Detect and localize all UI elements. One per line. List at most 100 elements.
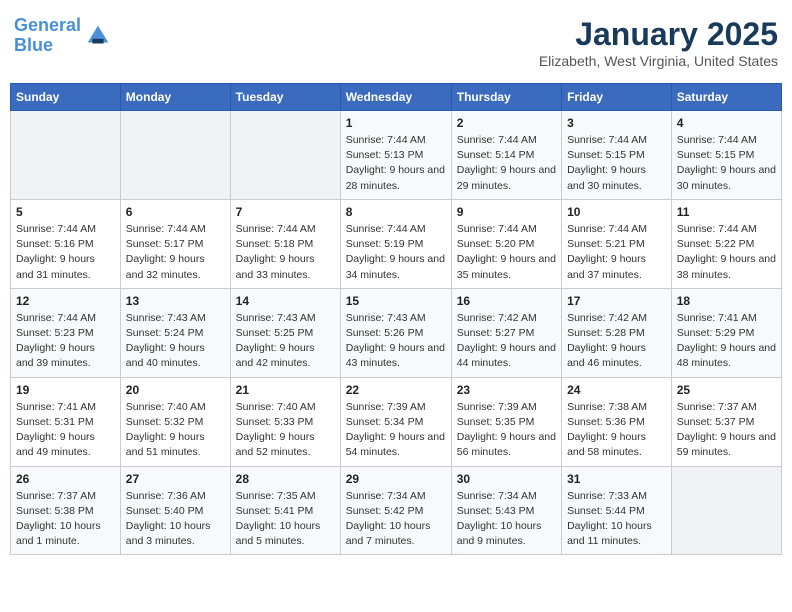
main-title: January 2025: [539, 16, 778, 53]
day-detail: Sunrise: 7:44 AM Sunset: 5:22 PM Dayligh…: [677, 222, 776, 283]
weekday-header: Wednesday: [340, 84, 451, 111]
calendar-day-cell: [11, 111, 121, 200]
day-number: 14: [236, 294, 335, 308]
day-detail: Sunrise: 7:42 AM Sunset: 5:27 PM Dayligh…: [457, 311, 556, 372]
day-detail: Sunrise: 7:44 AM Sunset: 5:21 PM Dayligh…: [567, 222, 666, 283]
day-number: 28: [236, 472, 335, 486]
weekday-header: Saturday: [671, 84, 781, 111]
day-number: 16: [457, 294, 556, 308]
day-detail: Sunrise: 7:43 AM Sunset: 5:24 PM Dayligh…: [126, 311, 225, 372]
calendar-day-cell: 18 Sunrise: 7:41 AM Sunset: 5:29 PM Dayli…: [671, 288, 781, 377]
day-detail: Sunrise: 7:44 AM Sunset: 5:16 PM Dayligh…: [16, 222, 115, 283]
day-number: 7: [236, 205, 335, 219]
day-detail: Sunrise: 7:37 AM Sunset: 5:38 PM Dayligh…: [16, 489, 115, 550]
day-number: 20: [126, 383, 225, 397]
calendar-day-cell: 9 Sunrise: 7:44 AM Sunset: 5:20 PM Daylig…: [451, 199, 561, 288]
day-number: 12: [16, 294, 115, 308]
day-number: 13: [126, 294, 225, 308]
day-detail: Sunrise: 7:39 AM Sunset: 5:34 PM Dayligh…: [346, 400, 446, 461]
day-detail: Sunrise: 7:35 AM Sunset: 5:41 PM Dayligh…: [236, 489, 335, 550]
day-detail: Sunrise: 7:41 AM Sunset: 5:29 PM Dayligh…: [677, 311, 776, 372]
day-detail: Sunrise: 7:43 AM Sunset: 5:25 PM Dayligh…: [236, 311, 335, 372]
calendar-day-cell: 19 Sunrise: 7:41 AM Sunset: 5:31 PM Dayli…: [11, 377, 121, 466]
day-number: 9: [457, 205, 556, 219]
weekday-header: Thursday: [451, 84, 561, 111]
page-header: General Blue January 2025 Elizabeth, Wes…: [10, 10, 782, 75]
day-detail: Sunrise: 7:41 AM Sunset: 5:31 PM Dayligh…: [16, 400, 115, 461]
calendar-day-cell: 14 Sunrise: 7:43 AM Sunset: 5:25 PM Dayli…: [230, 288, 340, 377]
calendar-day-cell: 22 Sunrise: 7:39 AM Sunset: 5:34 PM Dayli…: [340, 377, 451, 466]
calendar-day-cell: 17Sunrise: 7:42 AM Sunset: 5:28 PM Dayli…: [562, 288, 672, 377]
day-number: 6: [126, 205, 225, 219]
day-detail: Sunrise: 7:39 AM Sunset: 5:35 PM Dayligh…: [457, 400, 556, 461]
day-number: 8: [346, 205, 446, 219]
day-number: 4: [677, 116, 776, 130]
day-number: 10: [567, 205, 666, 219]
day-number: 30: [457, 472, 556, 486]
calendar-week-row: 26 Sunrise: 7:37 AM Sunset: 5:38 PM Dayli…: [11, 466, 782, 555]
day-number: 1: [346, 116, 446, 130]
calendar-day-cell: 4 Sunrise: 7:44 AM Sunset: 5:15 PM Daylig…: [671, 111, 781, 200]
calendar-day-cell: 24 Sunrise: 7:38 AM Sunset: 5:36 PM Dayli…: [562, 377, 672, 466]
weekday-header: Sunday: [11, 84, 121, 111]
day-number: 25: [677, 383, 776, 397]
day-number: 3: [567, 116, 666, 130]
calendar-day-cell: 11 Sunrise: 7:44 AM Sunset: 5:22 PM Dayli…: [671, 199, 781, 288]
day-number: 22: [346, 383, 446, 397]
day-number: 27: [126, 472, 225, 486]
calendar-day-cell: 21Sunrise: 7:40 AM Sunset: 5:33 PM Dayli…: [230, 377, 340, 466]
logo-text: General Blue: [14, 16, 81, 56]
day-detail: Sunrise: 7:44 AM Sunset: 5:19 PM Dayligh…: [346, 222, 446, 283]
calendar-week-row: 1 Sunrise: 7:44 AM Sunset: 5:13 PM Daylig…: [11, 111, 782, 200]
weekday-header: Tuesday: [230, 84, 340, 111]
calendar-day-cell: 20 Sunrise: 7:40 AM Sunset: 5:32 PM Dayli…: [120, 377, 230, 466]
calendar-week-row: 5 Sunrise: 7:44 AM Sunset: 5:16 PM Daylig…: [11, 199, 782, 288]
calendar-day-cell: 26 Sunrise: 7:37 AM Sunset: 5:38 PM Dayli…: [11, 466, 121, 555]
calendar-day-cell: 8 Sunrise: 7:44 AM Sunset: 5:19 PM Daylig…: [340, 199, 451, 288]
day-detail: Sunrise: 7:40 AM Sunset: 5:32 PM Dayligh…: [126, 400, 225, 461]
logo-icon: [84, 22, 112, 50]
calendar-day-cell: 25 Sunrise: 7:37 AM Sunset: 5:37 PM Dayli…: [671, 377, 781, 466]
day-number: 19: [16, 383, 115, 397]
day-detail: Sunrise: 7:44 AM Sunset: 5:17 PM Dayligh…: [126, 222, 225, 283]
day-number: 11: [677, 205, 776, 219]
calendar-day-cell: 23 Sunrise: 7:39 AM Sunset: 5:35 PM Dayli…: [451, 377, 561, 466]
day-detail: Sunrise: 7:44 AM Sunset: 5:20 PM Dayligh…: [457, 222, 556, 283]
day-detail: Sunrise: 7:43 AM Sunset: 5:26 PM Dayligh…: [346, 311, 446, 372]
day-detail: Sunrise: 7:44 AM Sunset: 5:18 PM Dayligh…: [236, 222, 335, 283]
title-section: January 2025 Elizabeth, West Virginia, U…: [539, 16, 778, 69]
weekday-header-row: SundayMondayTuesdayWednesdayThursdayFrid…: [11, 84, 782, 111]
calendar-week-row: 12 Sunrise: 7:44 AM Sunset: 5:23 PM Dayli…: [11, 288, 782, 377]
day-detail: Sunrise: 7:33 AM Sunset: 5:44 PM Dayligh…: [567, 489, 666, 550]
day-number: 18: [677, 294, 776, 308]
calendar-day-cell: [120, 111, 230, 200]
calendar-day-cell: 1 Sunrise: 7:44 AM Sunset: 5:13 PM Daylig…: [340, 111, 451, 200]
calendar-day-cell: 10 Sunrise: 7:44 AM Sunset: 5:21 PM Dayli…: [562, 199, 672, 288]
day-detail: Sunrise: 7:34 AM Sunset: 5:43 PM Dayligh…: [457, 489, 556, 550]
day-detail: Sunrise: 7:36 AM Sunset: 5:40 PM Dayligh…: [126, 489, 225, 550]
calendar-day-cell: 16 Sunrise: 7:42 AM Sunset: 5:27 PM Dayli…: [451, 288, 561, 377]
calendar-day-cell: 29Sunrise: 7:34 AM Sunset: 5:42 PM Dayli…: [340, 466, 451, 555]
day-number: 24: [567, 383, 666, 397]
calendar-day-cell: 13 Sunrise: 7:43 AM Sunset: 5:24 PM Dayli…: [120, 288, 230, 377]
day-detail: Sunrise: 7:44 AM Sunset: 5:15 PM Dayligh…: [567, 133, 666, 194]
day-detail: Sunrise: 7:38 AM Sunset: 5:36 PM Dayligh…: [567, 400, 666, 461]
calendar-day-cell: 12 Sunrise: 7:44 AM Sunset: 5:23 PM Dayli…: [11, 288, 121, 377]
calendar-day-cell: 3 Sunrise: 7:44 AM Sunset: 5:15 PM Daylig…: [562, 111, 672, 200]
calendar-day-cell: 7 Sunrise: 7:44 AM Sunset: 5:18 PM Daylig…: [230, 199, 340, 288]
calendar-day-cell: 5 Sunrise: 7:44 AM Sunset: 5:16 PM Daylig…: [11, 199, 121, 288]
weekday-header: Friday: [562, 84, 672, 111]
day-detail: Sunrise: 7:44 AM Sunset: 5:13 PM Dayligh…: [346, 133, 446, 194]
day-detail: Sunrise: 7:37 AM Sunset: 5:37 PM Dayligh…: [677, 400, 776, 461]
day-detail: Sunrise: 7:44 AM Sunset: 5:15 PM Dayligh…: [677, 133, 776, 194]
day-detail: Sunrise: 7:44 AM Sunset: 5:23 PM Dayligh…: [16, 311, 115, 372]
day-number: 21: [236, 383, 335, 397]
weekday-header: Monday: [120, 84, 230, 111]
day-number: 17: [567, 294, 666, 308]
day-detail: Sunrise: 7:44 AM Sunset: 5:14 PM Dayligh…: [457, 133, 556, 194]
calendar-day-cell: 30 Sunrise: 7:34 AM Sunset: 5:43 PM Dayli…: [451, 466, 561, 555]
day-number: 5: [16, 205, 115, 219]
calendar-day-cell: [671, 466, 781, 555]
day-number: 26: [16, 472, 115, 486]
day-number: 23: [457, 383, 556, 397]
